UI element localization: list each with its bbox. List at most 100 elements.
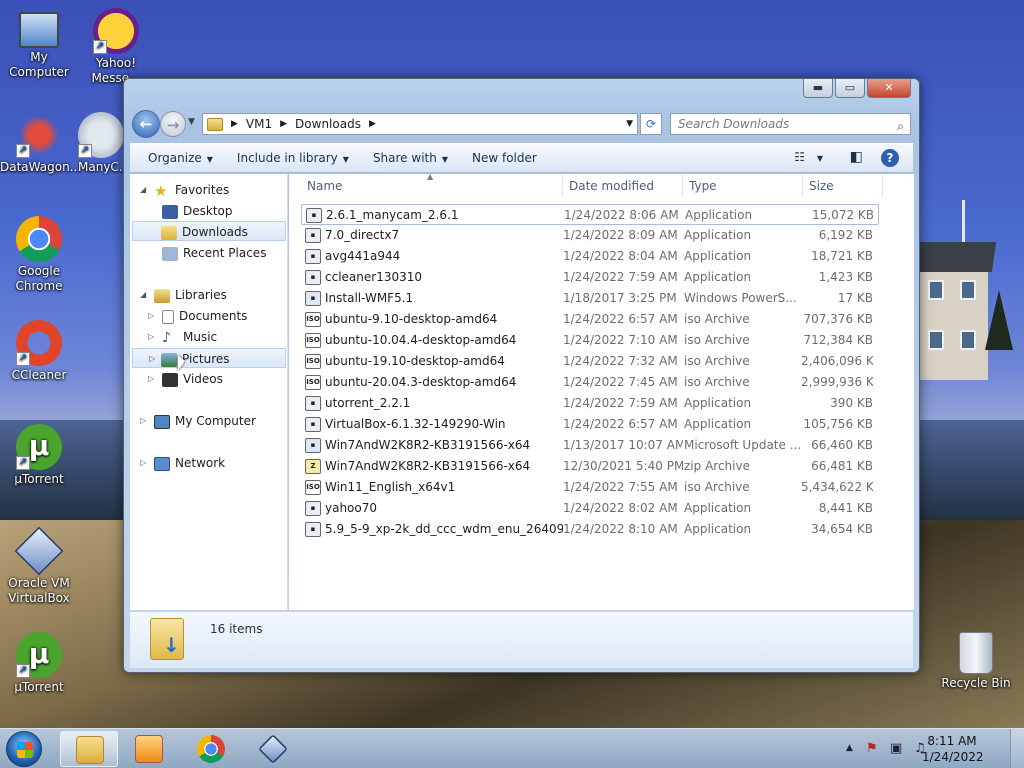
desktop-icon-google-chrome[interactable]: Google Chrome (0, 216, 78, 294)
breadcrumb-vm1[interactable]: VM1 (246, 117, 272, 131)
nav-music[interactable]: ▷ ♪ Music (148, 327, 217, 347)
table-row[interactable]: Z Win7AndW2K8R2-KB3191566-x64 12/30/2021 5… (301, 456, 879, 477)
include-in-library-button[interactable]: Include in library ▼ (225, 151, 361, 165)
star-icon: ★ (154, 181, 168, 200)
breadcrumb-separator-icon[interactable]: ▶ (369, 119, 376, 129)
breadcrumb-downloads[interactable]: Downloads (295, 117, 361, 131)
command-bar: Organize ▼ Include in library ▼ Share with… (130, 143, 913, 173)
desktop-icon-my-computer[interactable]: My Computer (0, 8, 78, 80)
file-type: Application (684, 270, 752, 284)
preview-pane-icon[interactable]: ◧ (850, 149, 863, 165)
new-folder-button[interactable]: New folder (460, 151, 549, 165)
minimize-button[interactable]: ▬ (803, 79, 833, 98)
nav-videos[interactable]: ▷ Videos (148, 369, 223, 389)
file-type: Application (684, 228, 752, 242)
expand-arrow-icon[interactable]: ▷ (140, 453, 146, 473)
downloads-folder-icon (161, 225, 177, 240)
nav-recent-places[interactable]: Recent Places (162, 243, 266, 263)
view-dropdown-icon[interactable]: ▼ (817, 154, 823, 163)
desktop-icon-yahoo[interactable]: ↗ Yahoo! Messe... (77, 8, 155, 86)
address-bar[interactable]: ▶ VM1 ▶ Downloads ▶ ▼ (202, 113, 638, 135)
breadcrumb-separator-icon[interactable]: ▶ (231, 119, 238, 129)
nav-desktop[interactable]: Desktop (162, 201, 233, 221)
help-icon[interactable]: ? (881, 149, 899, 167)
clock[interactable]: 8:11 AM 1/24/2022 (922, 733, 984, 765)
column-header-size[interactable]: Size (803, 174, 883, 198)
nav-libraries[interactable]: ◢ Libraries (140, 285, 227, 305)
table-row[interactable]: ▪ utorrent_2.2.1 1/24/2022 7:59 AM Applicat… (301, 393, 879, 414)
navigation-pane: ◢ ★ Favorites Desktop Downloads Recent Pl… (130, 174, 288, 610)
show-hidden-icons-icon[interactable]: ▲ (846, 743, 853, 753)
nav-pictures[interactable]: ▷ Pictures (132, 348, 286, 368)
expand-arrow-icon[interactable]: ▷ (149, 349, 155, 369)
share-with-button[interactable]: Share with ▼ (361, 151, 460, 165)
expand-arrow-icon[interactable]: ▷ (140, 411, 146, 431)
action-center-icon[interactable]: ⚑ (866, 741, 878, 756)
expand-arrow-icon[interactable]: ▷ (148, 369, 154, 389)
nav-my-computer[interactable]: ▷ My Computer (140, 411, 256, 431)
taskbar-chrome[interactable] (182, 731, 240, 767)
view-options-icon[interactable]: ☷ (794, 150, 805, 164)
file-name: 5.9_5-9_xp-2k_dd_ccc_wdm_enu_26409 (325, 522, 563, 536)
table-row[interactable]: ISO ubuntu-9.10-desktop-amd64 1/24/2022 6:… (301, 309, 879, 330)
table-row[interactable]: ▪ Install-WMF5.1 1/18/2017 3:25 PM Windows … (301, 288, 879, 309)
table-row[interactable]: ISO ubuntu-20.04.3-desktop-amd64 1/24/2022… (301, 372, 879, 393)
search-icon[interactable]: ⌕ (897, 116, 904, 136)
table-row[interactable]: ▪ VirtualBox-6.1.32-149290-Win 1/24/2022 6… (301, 414, 879, 435)
expand-arrow-icon[interactable]: ▷ (148, 327, 154, 347)
file-size: 712,384 KB (803, 333, 873, 347)
table-row[interactable]: ISO ubuntu-19.10-desktop-amd64 1/24/2022 7… (301, 351, 879, 372)
taskbar-explorer[interactable] (60, 731, 118, 767)
expand-arrow-icon[interactable]: ◢ (140, 285, 146, 305)
recent-pages-dropdown-icon[interactable]: ▼ (188, 117, 195, 127)
taskbar-media-player[interactable] (120, 731, 178, 767)
file-type: iso Archive (684, 312, 750, 326)
table-row[interactable]: ISO Win11_English_x64v1 1/24/2022 7:55 AM i… (301, 477, 879, 498)
nav-network[interactable]: ▷ Network (140, 453, 225, 473)
breadcrumb-separator-icon[interactable]: ▶ (280, 119, 287, 129)
start-button[interactable] (6, 731, 42, 767)
desktop-icon-ccleaner[interactable]: ↗ CCleaner (0, 320, 78, 383)
media-player-icon (135, 735, 163, 763)
expand-arrow-icon[interactable]: ▷ (148, 306, 154, 326)
file-name: ccleaner130310 (325, 270, 422, 284)
desktop-icon (162, 204, 178, 219)
column-header-date[interactable]: Date modified (563, 174, 683, 198)
table-row[interactable]: ISO ubuntu-10.04.4-desktop-amd64 1/24/2022… (301, 330, 879, 351)
address-dropdown-icon[interactable]: ▼ (626, 119, 633, 129)
desktop-icon-manycam[interactable]: ↗ ManyC... (78, 112, 124, 175)
organize-button[interactable]: Organize ▼ (136, 151, 225, 165)
nav-downloads[interactable]: Downloads (132, 221, 286, 241)
search-input[interactable]: Search Downloads ⌕ (670, 113, 911, 135)
desktop-icon-utorrent-2[interactable]: µ ↗ µTorrent (0, 632, 78, 695)
table-row[interactable]: ▪ 5.9_5-9_xp-2k_dd_ccc_wdm_enu_26409 1/24/… (301, 519, 879, 540)
folder-icon (207, 117, 223, 131)
refresh-button[interactable]: ⟳ (640, 113, 662, 135)
table-row[interactable]: ▪ yahoo70 1/24/2022 8:02 AM Application 8,44… (301, 498, 879, 519)
desktop-icon-utorrent[interactable]: µ ↗ µTorrent (0, 424, 78, 487)
close-button[interactable]: ✕ (867, 79, 911, 98)
nav-favorites[interactable]: ◢ ★ Favorites (140, 180, 229, 200)
table-row[interactable]: ▪ 2.6.1_manycam_2.6.1 1/24/2022 8:06 AM App… (301, 204, 879, 225)
expand-arrow-icon[interactable]: ◢ (140, 180, 146, 200)
utorrent-icon: µ ↗ (16, 424, 62, 470)
maximize-button[interactable]: ▭ (835, 79, 865, 98)
desktop-icon-datawagon[interactable]: ↗ DataWagon... (0, 112, 81, 175)
forward-button[interactable]: → (160, 111, 186, 137)
desktop-icon-virtualbox[interactable]: Oracle VM VirtualBox (0, 526, 78, 606)
computer-icon (19, 12, 59, 48)
back-button[interactable]: ← (132, 110, 160, 138)
chevron-down-icon: ▼ (206, 155, 213, 164)
table-row[interactable]: ▪ avg441a944 1/24/2022 8:04 AM Application 1… (301, 246, 879, 267)
table-row[interactable]: ▪ 7.0_directx7 1/24/2022 8:09 AM Applicatio… (301, 225, 879, 246)
table-row[interactable]: ▪ ccleaner130310 1/24/2022 7:59 AM Applicat… (301, 267, 879, 288)
column-header-type[interactable]: Type (683, 174, 803, 198)
nav-documents[interactable]: ▷ Documents (148, 306, 247, 326)
computer-icon (154, 414, 170, 429)
desktop-icon-recycle-bin[interactable]: Recycle Bin (936, 632, 1016, 691)
table-row[interactable]: ▪ Win7AndW2K8R2-KB3191566-x64 1/13/2017 10… (301, 435, 879, 456)
show-desktop-button[interactable] (1010, 729, 1024, 768)
taskbar-virtualbox[interactable] (244, 731, 302, 767)
network-status-icon[interactable]: ▣ (890, 741, 902, 756)
datawagon-icon: ↗ (16, 112, 62, 158)
